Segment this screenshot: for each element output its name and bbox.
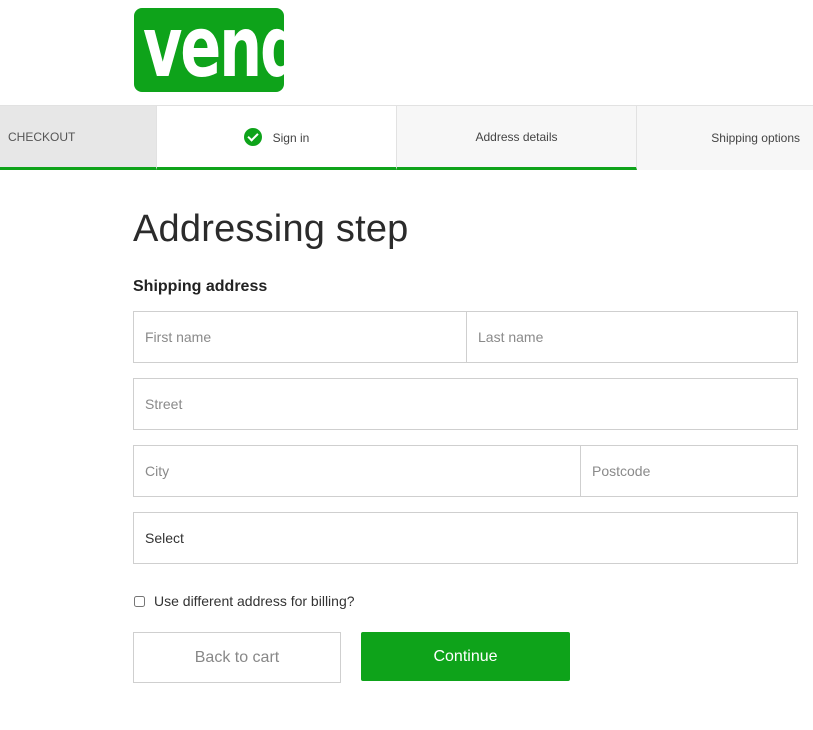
country-select[interactable]: Select: [133, 512, 798, 564]
step-checkout: CHECKOUT: [0, 106, 157, 170]
checkout-steps: CHECKOUT Sign in Address details Shippin…: [0, 105, 813, 170]
step-address-details-label: Address details: [475, 129, 558, 144]
billing-checkbox[interactable]: [134, 595, 145, 607]
step-shipping-options-label: Shipping options: [711, 131, 800, 145]
section-title-shipping-address: Shipping address: [133, 278, 268, 295]
country-select-value: Select: [145, 530, 184, 546]
postcode-input[interactable]: [580, 445, 798, 497]
logo-text: vend: [143, 0, 303, 96]
city-input[interactable]: [133, 445, 581, 497]
billing-option[interactable]: Use different address for billing?: [133, 593, 355, 609]
street-input[interactable]: [133, 378, 798, 430]
back-to-cart-label: Back to cart: [194, 648, 280, 666]
last-name-input[interactable]: [466, 311, 798, 363]
step-sign-in[interactable]: Sign in: [157, 106, 397, 170]
continue-label: Continue: [433, 647, 498, 665]
step-sign-in-label: Sign in: [272, 130, 310, 145]
step-address-details[interactable]: Address details: [397, 106, 637, 170]
first-name-input[interactable]: [133, 311, 467, 363]
step-checkout-label: CHECKOUT: [8, 129, 76, 144]
back-to-cart-button[interactable]: Back to cart: [133, 632, 341, 683]
page-title: Addressing step: [133, 208, 409, 250]
step-shipping-options[interactable]: Shipping options: [637, 106, 813, 170]
vend-logo[interactable]: vend: [134, 1, 303, 93]
check-circle-icon: [243, 127, 262, 146]
billing-checkbox-label: Use different address for billing?: [154, 593, 355, 609]
continue-button[interactable]: Continue: [361, 632, 570, 681]
